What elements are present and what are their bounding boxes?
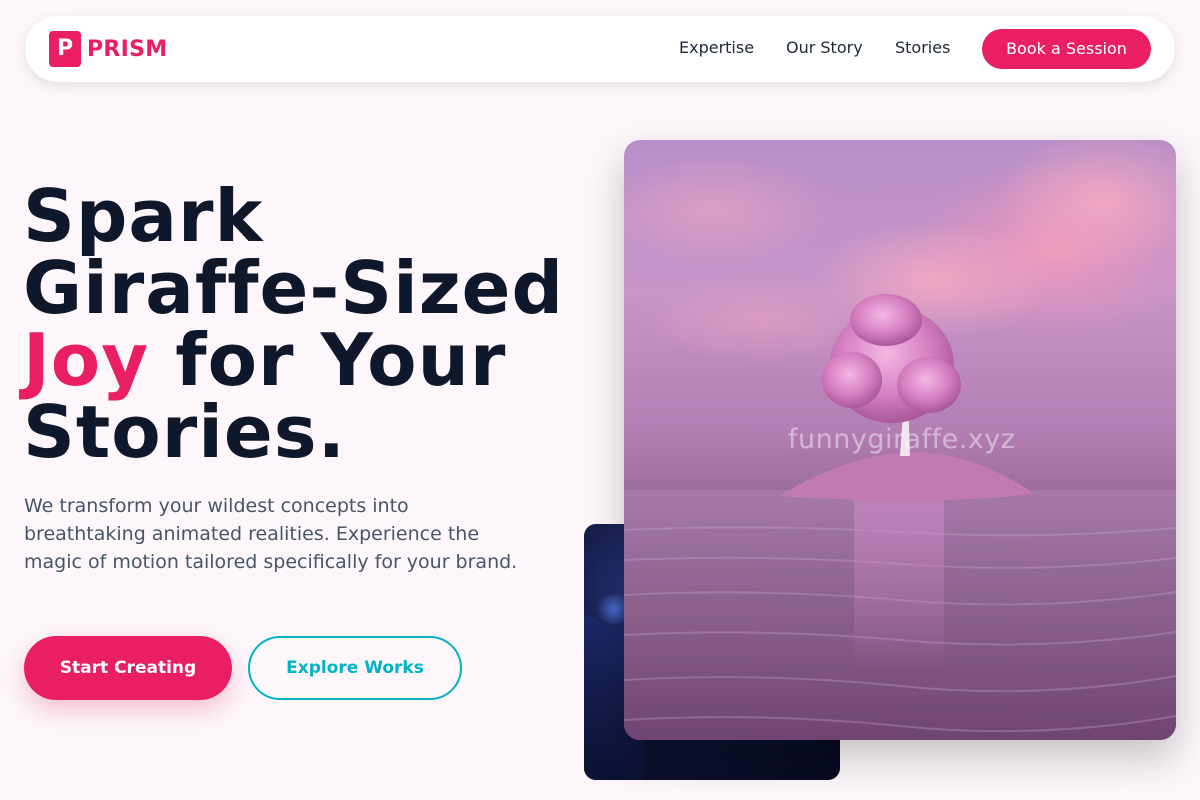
nav-link-our-story[interactable]: Our Story	[786, 38, 863, 58]
nav-link-stories[interactable]: Stories	[895, 38, 950, 58]
start-creating-button[interactable]: Start Creating	[24, 636, 232, 700]
logo-mark-icon: P	[49, 31, 81, 67]
image-watermark: funnygiraffe.xyz	[788, 424, 1016, 455]
headline-line-3: Joy for Your	[23, 324, 583, 396]
headline-line-1: Spark	[23, 174, 264, 258]
book-session-button[interactable]: Book a Session	[982, 29, 1151, 69]
hero-subtext: We transform your wildest concepts into …	[24, 495, 518, 573]
top-navbar: P PRISM Expertise Our Story Stories Book…	[25, 16, 1175, 82]
brand-logo[interactable]: P PRISM	[49, 31, 168, 67]
hero-headline: Spark Giraffe-Sized Joy for Your Stories…	[23, 180, 583, 468]
main-hero-image: funnygiraffe.xyz	[624, 140, 1176, 740]
headline-line-2: Giraffe-Sized	[23, 246, 565, 330]
nav-link-expertise[interactable]: Expertise	[679, 38, 754, 58]
headline-line-4: Stories.	[23, 390, 346, 474]
brand-name: PRISM	[87, 36, 168, 62]
explore-works-button[interactable]: Explore Works	[248, 636, 462, 700]
